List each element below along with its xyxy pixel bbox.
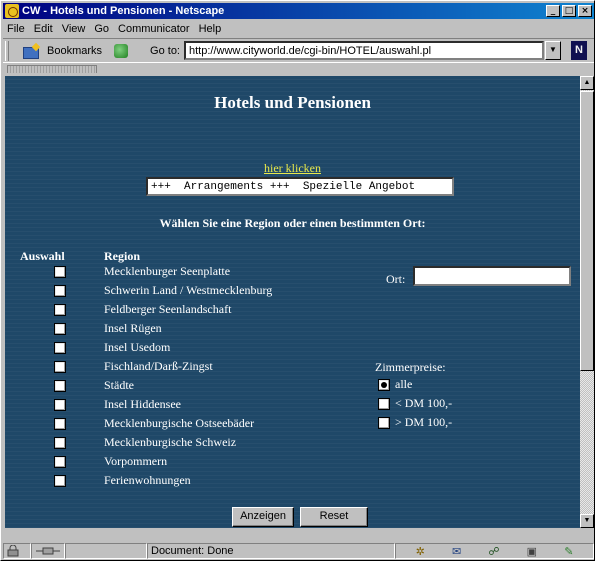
bookmarks-button[interactable]: Bookmarks bbox=[47, 45, 102, 57]
region-radio-2[interactable] bbox=[54, 285, 66, 297]
mail-icon[interactable]: ✉ bbox=[452, 545, 461, 558]
auswahl-header: Auswahl bbox=[20, 249, 65, 263]
browser-window: CW - Hotels und Pensionen - Netscape _ □… bbox=[0, 0, 595, 561]
region-radio-4[interactable] bbox=[54, 323, 66, 335]
bookmarks-icon[interactable] bbox=[23, 44, 45, 59]
region-radio-9[interactable] bbox=[54, 418, 66, 430]
ort-label: Ort: bbox=[386, 272, 406, 286]
region-radio-8[interactable] bbox=[54, 399, 66, 411]
region-label: Insel Usedom bbox=[104, 340, 171, 354]
region-label: Schwerin Land / Westmecklenburg bbox=[104, 283, 273, 297]
region-radio-5[interactable] bbox=[54, 342, 66, 354]
status-bar: Document: Done ✲ ✉ ☍ ▣ ✎ bbox=[3, 542, 594, 560]
minimize-button[interactable]: _ bbox=[546, 5, 560, 17]
price-label: < DM 100,- bbox=[395, 396, 453, 410]
menu-file[interactable]: File bbox=[7, 23, 25, 35]
menu-edit[interactable]: Edit bbox=[34, 23, 53, 35]
region-label: Vorpommern bbox=[104, 454, 168, 468]
menu-communicator[interactable]: Communicator bbox=[118, 23, 190, 35]
component-bar: ✲ ✉ ☍ ▣ ✎ bbox=[395, 543, 594, 559]
region-label: Ferienwohnungen bbox=[104, 473, 191, 487]
reset-button[interactable]: Reset bbox=[300, 507, 368, 527]
region-radio-12[interactable] bbox=[54, 475, 66, 487]
menu-bar: File Edit View Go Communicator Help bbox=[3, 20, 594, 37]
price-radio-over-100[interactable] bbox=[378, 417, 390, 429]
goto-label: Go to: bbox=[150, 44, 180, 57]
anzeigen-button[interactable]: Anzeigen bbox=[232, 507, 294, 527]
region-radio-11[interactable] bbox=[54, 456, 66, 468]
connection-status-icon bbox=[31, 543, 65, 559]
security-lock-icon[interactable] bbox=[3, 543, 31, 559]
price-radio-alle[interactable] bbox=[378, 379, 390, 391]
scroll-down-arrow-icon[interactable]: ▼ bbox=[580, 514, 594, 528]
menu-help[interactable]: Help bbox=[199, 23, 222, 35]
arrangements-select[interactable]: +++ Arrangements +++ Spezielle Angebot bbox=[146, 177, 454, 196]
region-label: Mecklenburgische Schweiz bbox=[104, 435, 237, 449]
navigator-icon[interactable]: ✲ bbox=[416, 545, 425, 558]
page-proxy-icon[interactable] bbox=[114, 43, 129, 58]
title-bar: CW - Hotels und Pensionen - Netscape _ □… bbox=[3, 3, 594, 19]
url-dropdown-arrow-icon[interactable]: ▼ bbox=[545, 41, 561, 60]
region-label: Städte bbox=[104, 378, 134, 392]
region-radio-3[interactable] bbox=[54, 304, 66, 316]
price-radio-under-100[interactable] bbox=[378, 398, 390, 410]
maximize-button[interactable]: □ bbox=[562, 5, 576, 17]
hier-klicken-link[interactable]: hier klicken bbox=[5, 161, 580, 176]
region-label: Feldberger Seenlandschaft bbox=[104, 302, 232, 316]
collapsed-toolbar-tab[interactable] bbox=[3, 64, 594, 74]
menu-view[interactable]: View bbox=[62, 23, 86, 35]
scroll-thumb[interactable] bbox=[580, 91, 594, 371]
region-label: Mecklenburger Seenplatte bbox=[104, 264, 231, 278]
progress-bar bbox=[65, 543, 147, 559]
page-content: Hotels und Pensionen hier klicken +++ Ar… bbox=[5, 76, 580, 528]
region-header: Region bbox=[104, 249, 140, 263]
region-label: Mecklenburgische Ostseebäder bbox=[104, 416, 255, 430]
url-input[interactable]: http://www.cityworld.de/cgi-bin/HOTEL/au… bbox=[184, 41, 544, 60]
composer-icon[interactable]: ▣ bbox=[527, 545, 537, 558]
region-radio-10[interactable] bbox=[54, 437, 66, 449]
region-radio-7[interactable] bbox=[54, 380, 66, 392]
region-label: Insel Rügen bbox=[104, 321, 162, 335]
vertical-scrollbar[interactable]: ▲ ▼ bbox=[580, 76, 594, 528]
menu-go[interactable]: Go bbox=[94, 23, 109, 35]
price-label: > DM 100,- bbox=[395, 415, 453, 429]
region-radio-1[interactable] bbox=[54, 266, 66, 278]
region-label: Fischland/Darß-Zingst bbox=[104, 359, 213, 373]
toolbar-grip[interactable] bbox=[5, 40, 9, 61]
close-button[interactable]: × bbox=[578, 5, 592, 17]
scroll-up-arrow-icon[interactable]: ▲ bbox=[580, 76, 594, 90]
ort-input[interactable] bbox=[413, 266, 571, 286]
conference-icon[interactable]: ✎ bbox=[564, 545, 573, 558]
window-title: CW - Hotels und Pensionen - Netscape bbox=[22, 5, 225, 17]
zimmerpreise-label: Zimmerpreise: bbox=[375, 360, 446, 374]
discussions-icon[interactable]: ☍ bbox=[488, 545, 499, 558]
status-text: Document: Done bbox=[147, 543, 395, 559]
netscape-logo-icon[interactable]: N bbox=[571, 41, 587, 60]
page-title: Hotels und Pensionen bbox=[214, 93, 371, 112]
price-label: alle bbox=[395, 377, 413, 391]
location-toolbar: Bookmarks Go to: http://www.cityworld.de… bbox=[3, 38, 594, 63]
instruction-text: Wählen Sie eine Region oder einen bestim… bbox=[159, 216, 426, 230]
region-radio-6[interactable] bbox=[54, 361, 66, 373]
netscape-app-icon bbox=[5, 4, 19, 18]
region-label: Insel Hiddensee bbox=[104, 397, 181, 411]
